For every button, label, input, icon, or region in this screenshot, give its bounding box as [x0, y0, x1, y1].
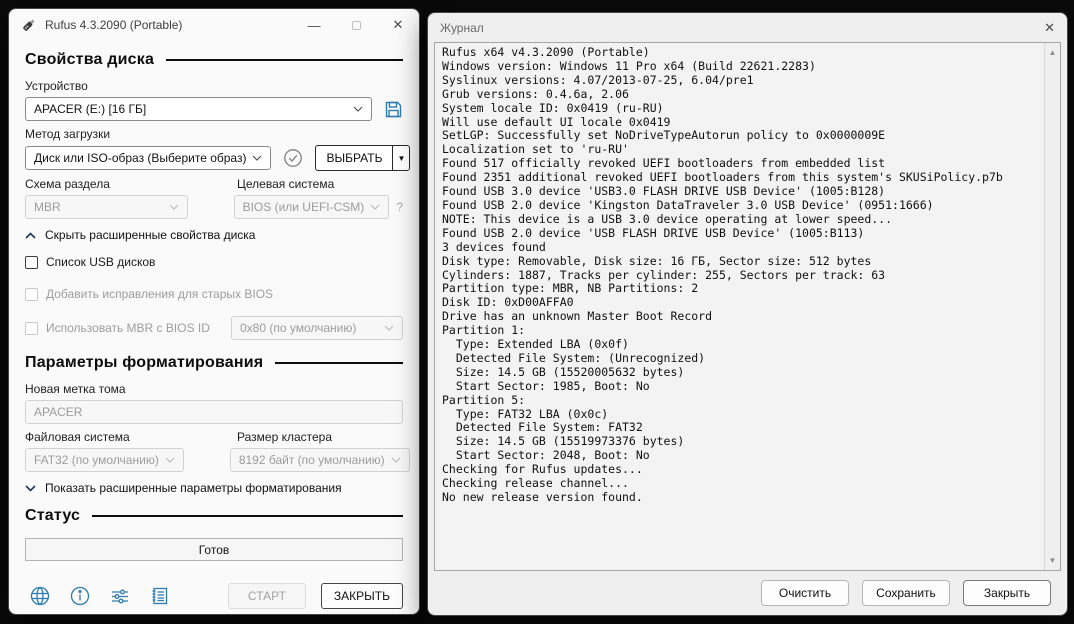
target-system-select: BIOS (или UEFI-CSM)	[233, 195, 390, 219]
usb-drive-icon	[21, 17, 37, 33]
maximize-button	[335, 9, 377, 41]
chevron-down-icon	[25, 484, 36, 492]
scheme-selects-row: MBR BIOS (или UEFI-CSM) ?	[25, 195, 403, 219]
close-app-button[interactable]: ЗАКРЫТЬ	[320, 583, 403, 609]
mbr-bios-id-checkbox-row: Использовать MBR с BIOS ID 0x80 (по умол…	[25, 316, 403, 340]
minimize-button[interactable]: —	[293, 9, 335, 41]
partition-scheme-select: MBR	[25, 195, 188, 219]
save-icon[interactable]	[384, 100, 403, 119]
target-system-label: Целевая система	[237, 177, 335, 191]
progress-text: Готов	[198, 542, 230, 557]
usb-list-label: Список USB дисков	[46, 255, 156, 269]
close-button[interactable]: ✕	[377, 9, 419, 41]
usb-list-checkbox-row: Список USB дисков	[25, 252, 403, 272]
help-icon[interactable]: ?	[396, 200, 403, 214]
section-format-options: Параметры форматирования	[25, 354, 403, 372]
cluster-size-select: 8192 байт (по умолчанию)	[229, 448, 410, 472]
file-system-label: Файловая система	[25, 430, 130, 444]
main-content: Свойства диска Устройство APACER (E:) [1…	[9, 41, 419, 614]
fs-labels-row: Файловая система Размер кластера	[25, 424, 403, 448]
bios-id-select: 0x80 (по умолчанию)	[231, 316, 403, 340]
check-status-icon	[283, 148, 303, 168]
partition-scheme-label: Схема раздела	[25, 177, 110, 191]
log-window: Журнал ✕ Rufus x64 v4.3.2090 (Portable) W…	[427, 12, 1068, 616]
section-drive-properties: Свойства диска	[25, 51, 403, 69]
hide-advanced-drive-toggle[interactable]: Скрыть расширенные свойства диска	[25, 228, 403, 242]
log-text[interactable]: Rufus x64 v4.3.2090 (Portable) Windows ve…	[435, 43, 1044, 570]
section-title-status: Статус	[25, 507, 81, 524]
boot-method-select[interactable]: Диск или ISO-образ (Выберите образ)	[25, 146, 272, 170]
log-window-title: Журнал	[440, 20, 484, 35]
device-select[interactable]: APACER (E:) [16 ГБ]	[25, 97, 372, 121]
log-buttons-row: Очистить Сохранить Закрыть	[428, 571, 1067, 615]
log-close-button[interactable]: Закрыть	[963, 580, 1051, 606]
cluster-size-label: Размер кластера	[237, 430, 333, 444]
log-scrollbar[interactable]: ▲ ▼	[1044, 43, 1060, 570]
info-icon[interactable]	[65, 583, 95, 609]
usb-list-checkbox[interactable]	[25, 255, 38, 269]
scroll-down-icon[interactable]: ▼	[1049, 551, 1057, 570]
start-button: СТАРТ	[227, 583, 306, 609]
progress-bar: Готов	[25, 538, 403, 561]
scroll-up-icon[interactable]: ▲	[1049, 43, 1057, 62]
boot-method-label: Метод загрузки	[25, 127, 111, 141]
settings-sliders-icon[interactable]	[105, 583, 135, 609]
section-title-drive: Свойства диска	[25, 51, 155, 68]
section-status: Статус	[25, 507, 403, 525]
old-bios-fix-checkbox	[25, 287, 38, 301]
rufus-window: Rufus 4.3.2090 (Portable) — ✕ Свойства д…	[8, 8, 420, 615]
fs-selects-row: FAT32 (по умолчанию) 8192 байт (по умолч…	[25, 448, 410, 472]
titlebar: Rufus 4.3.2090 (Portable) — ✕	[9, 9, 419, 41]
mbr-bios-id-checkbox	[25, 321, 38, 335]
chevron-up-icon	[25, 231, 36, 239]
scheme-labels-row: Схема раздела Целевая система	[25, 171, 403, 195]
volume-label-label: Новая метка тома	[25, 382, 126, 396]
mbr-bios-id-label: Использовать MBR с BIOS ID	[46, 321, 210, 335]
old-bios-fix-checkbox-row: Добавить исправления для старых BIOS	[25, 284, 403, 304]
log-close-icon[interactable]: ✕	[1044, 20, 1055, 36]
select-image-button[interactable]: ВЫБРАТЬ ▼	[315, 145, 411, 171]
log-save-button[interactable]: Сохранить	[862, 580, 950, 606]
log-area: Rufus x64 v4.3.2090 (Portable) Windows ve…	[434, 42, 1061, 571]
log-notebook-icon[interactable]	[145, 583, 175, 609]
window-controls: — ✕	[293, 9, 419, 41]
device-label: Устройство	[25, 79, 88, 93]
section-title-format: Параметры форматирования	[25, 354, 264, 371]
show-advanced-format-toggle[interactable]: Показать расширенные параметры форматиро…	[25, 481, 403, 495]
boot-method-row: Диск или ISO-образ (Выберите образ) ВЫБР…	[25, 145, 411, 171]
action-row: СТАРТ ЗАКРЫТЬ	[25, 583, 403, 609]
volume-label-input: APACER	[25, 400, 403, 424]
select-image-dropdown-arrow[interactable]: ▼	[392, 146, 409, 170]
device-row: APACER (E:) [16 ГБ]	[25, 97, 403, 121]
desktop: Rufus 4.3.2090 (Portable) — ✕ Свойства д…	[0, 0, 1074, 624]
language-globe-icon[interactable]	[25, 583, 55, 609]
window-title: Rufus 4.3.2090 (Portable)	[45, 18, 183, 32]
log-titlebar: Журнал ✕	[428, 13, 1067, 42]
old-bios-fix-label: Добавить исправления для старых BIOS	[46, 287, 274, 301]
log-clear-button[interactable]: Очистить	[761, 580, 849, 606]
file-system-select: FAT32 (по умолчанию)	[25, 448, 184, 472]
